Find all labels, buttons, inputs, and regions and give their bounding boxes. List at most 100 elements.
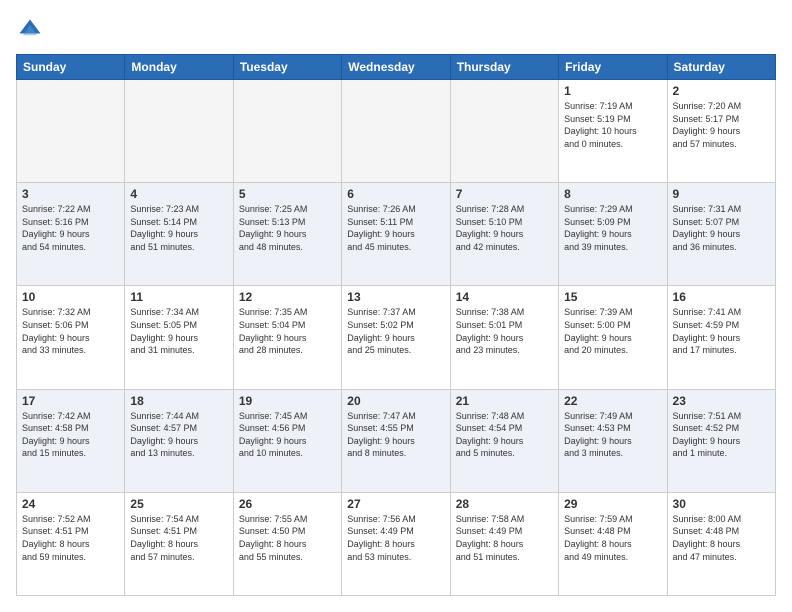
day-number: 20: [347, 394, 444, 408]
day-info: Sunrise: 7:20 AM Sunset: 5:17 PM Dayligh…: [673, 100, 770, 150]
day-number: 9: [673, 187, 770, 201]
calendar-cell: 1 Sunrise: 7:19 AM Sunset: 5:19 PM Daylig…: [559, 80, 667, 183]
day-info: Sunrise: 7:54 AM Sunset: 4:51 PM Dayligh…: [130, 513, 227, 563]
day-number: 14: [456, 290, 553, 304]
day-number: 4: [130, 187, 227, 201]
day-number: 18: [130, 394, 227, 408]
page: SundayMondayTuesdayWednesdayThursdayFrid…: [0, 0, 792, 612]
day-info: Sunrise: 7:32 AM Sunset: 5:06 PM Dayligh…: [22, 306, 119, 356]
calendar-cell: 15 Sunrise: 7:39 AM Sunset: 5:00 PM Dayli…: [559, 286, 667, 389]
calendar-cell: [125, 80, 233, 183]
header: [16, 16, 776, 44]
day-info: Sunrise: 7:56 AM Sunset: 4:49 PM Dayligh…: [347, 513, 444, 563]
day-number: 10: [22, 290, 119, 304]
day-number: 22: [564, 394, 661, 408]
day-number: 25: [130, 497, 227, 511]
day-number: 15: [564, 290, 661, 304]
day-info: Sunrise: 7:58 AM Sunset: 4:49 PM Dayligh…: [456, 513, 553, 563]
day-info: Sunrise: 7:28 AM Sunset: 5:10 PM Dayligh…: [456, 203, 553, 253]
day-info: Sunrise: 7:55 AM Sunset: 4:50 PM Dayligh…: [239, 513, 336, 563]
calendar-cell: 19 Sunrise: 7:45 AM Sunset: 4:56 PM Dayli…: [233, 389, 341, 492]
calendar-cell: [17, 80, 125, 183]
weekday-header-tuesday: Tuesday: [233, 55, 341, 80]
day-number: 2: [673, 84, 770, 98]
day-info: Sunrise: 7:42 AM Sunset: 4:58 PM Dayligh…: [22, 410, 119, 460]
calendar-cell: 14 Sunrise: 7:38 AM Sunset: 5:01 PM Dayli…: [450, 286, 558, 389]
calendar-cell: 2 Sunrise: 7:20 AM Sunset: 5:17 PM Daylig…: [667, 80, 775, 183]
calendar-cell: 26 Sunrise: 7:55 AM Sunset: 4:50 PM Dayli…: [233, 492, 341, 595]
calendar-cell: 17 Sunrise: 7:42 AM Sunset: 4:58 PM Dayli…: [17, 389, 125, 492]
calendar-cell: 7 Sunrise: 7:28 AM Sunset: 5:10 PM Daylig…: [450, 183, 558, 286]
day-number: 23: [673, 394, 770, 408]
day-info: Sunrise: 7:38 AM Sunset: 5:01 PM Dayligh…: [456, 306, 553, 356]
week-row-4: 17 Sunrise: 7:42 AM Sunset: 4:58 PM Dayli…: [17, 389, 776, 492]
day-number: 11: [130, 290, 227, 304]
calendar-cell: 24 Sunrise: 7:52 AM Sunset: 4:51 PM Dayli…: [17, 492, 125, 595]
calendar-cell: 4Sunrise: 7:23 AM Sunset: 5:14 PM Daylig…: [125, 183, 233, 286]
calendar-cell: 20 Sunrise: 7:47 AM Sunset: 4:55 PM Dayli…: [342, 389, 450, 492]
day-info: Sunrise: 7:25 AM Sunset: 5:13 PM Dayligh…: [239, 203, 336, 253]
calendar-cell: 12 Sunrise: 7:35 AM Sunset: 5:04 PM Dayli…: [233, 286, 341, 389]
calendar-cell: 9 Sunrise: 7:31 AM Sunset: 5:07 PM Daylig…: [667, 183, 775, 286]
day-number: 19: [239, 394, 336, 408]
logo: [16, 16, 48, 44]
calendar-cell: 25 Sunrise: 7:54 AM Sunset: 4:51 PM Dayli…: [125, 492, 233, 595]
day-number: 26: [239, 497, 336, 511]
day-info: Sunrise: 7:22 AM Sunset: 5:16 PM Dayligh…: [22, 203, 119, 253]
calendar-cell: 3 Sunrise: 7:22 AM Sunset: 5:16 PM Daylig…: [17, 183, 125, 286]
calendar-cell: 5Sunrise: 7:25 AM Sunset: 5:13 PM Daylig…: [233, 183, 341, 286]
day-number: 16: [673, 290, 770, 304]
calendar-cell: 13 Sunrise: 7:37 AM Sunset: 5:02 PM Dayli…: [342, 286, 450, 389]
calendar-cell: 29Sunrise: 7:59 AM Sunset: 4:48 PM Dayli…: [559, 492, 667, 595]
day-info: Sunrise: 7:48 AM Sunset: 4:54 PM Dayligh…: [456, 410, 553, 460]
day-number: 24: [22, 497, 119, 511]
day-number: 3: [22, 187, 119, 201]
calendar-cell: 6 Sunrise: 7:26 AM Sunset: 5:11 PM Daylig…: [342, 183, 450, 286]
calendar-cell: 8Sunrise: 7:29 AM Sunset: 5:09 PM Daylig…: [559, 183, 667, 286]
day-info: Sunrise: 8:00 AM Sunset: 4:48 PM Dayligh…: [673, 513, 770, 563]
weekday-header-sunday: Sunday: [17, 55, 125, 80]
day-info: Sunrise: 7:19 AM Sunset: 5:19 PM Dayligh…: [564, 100, 661, 150]
calendar-cell: 10 Sunrise: 7:32 AM Sunset: 5:06 PM Dayli…: [17, 286, 125, 389]
day-info: Sunrise: 7:49 AM Sunset: 4:53 PM Dayligh…: [564, 410, 661, 460]
day-number: 7: [456, 187, 553, 201]
weekday-header-wednesday: Wednesday: [342, 55, 450, 80]
day-info: Sunrise: 7:41 AM Sunset: 4:59 PM Dayligh…: [673, 306, 770, 356]
weekday-header-friday: Friday: [559, 55, 667, 80]
calendar-cell: 22 Sunrise: 7:49 AM Sunset: 4:53 PM Dayli…: [559, 389, 667, 492]
day-number: 12: [239, 290, 336, 304]
calendar-cell: 21 Sunrise: 7:48 AM Sunset: 4:54 PM Dayli…: [450, 389, 558, 492]
week-row-1: 1 Sunrise: 7:19 AM Sunset: 5:19 PM Daylig…: [17, 80, 776, 183]
day-info: Sunrise: 7:39 AM Sunset: 5:00 PM Dayligh…: [564, 306, 661, 356]
calendar-cell: 30 Sunrise: 8:00 AM Sunset: 4:48 PM Dayli…: [667, 492, 775, 595]
day-number: 13: [347, 290, 444, 304]
week-row-3: 10 Sunrise: 7:32 AM Sunset: 5:06 PM Dayli…: [17, 286, 776, 389]
day-info: Sunrise: 7:37 AM Sunset: 5:02 PM Dayligh…: [347, 306, 444, 356]
day-info: Sunrise: 7:31 AM Sunset: 5:07 PM Dayligh…: [673, 203, 770, 253]
day-number: 30: [673, 497, 770, 511]
day-info: Sunrise: 7:29 AM Sunset: 5:09 PM Dayligh…: [564, 203, 661, 253]
calendar-cell: 18 Sunrise: 7:44 AM Sunset: 4:57 PM Dayli…: [125, 389, 233, 492]
calendar-cell: [450, 80, 558, 183]
logo-icon: [16, 16, 44, 44]
day-info: Sunrise: 7:47 AM Sunset: 4:55 PM Dayligh…: [347, 410, 444, 460]
calendar-cell: 11Sunrise: 7:34 AM Sunset: 5:05 PM Dayli…: [125, 286, 233, 389]
day-info: Sunrise: 7:45 AM Sunset: 4:56 PM Dayligh…: [239, 410, 336, 460]
week-row-5: 24 Sunrise: 7:52 AM Sunset: 4:51 PM Dayli…: [17, 492, 776, 595]
day-number: 29: [564, 497, 661, 511]
day-info: Sunrise: 7:35 AM Sunset: 5:04 PM Dayligh…: [239, 306, 336, 356]
day-info: Sunrise: 7:44 AM Sunset: 4:57 PM Dayligh…: [130, 410, 227, 460]
calendar-cell: 23Sunrise: 7:51 AM Sunset: 4:52 PM Dayli…: [667, 389, 775, 492]
day-number: 1: [564, 84, 661, 98]
day-info: Sunrise: 7:52 AM Sunset: 4:51 PM Dayligh…: [22, 513, 119, 563]
calendar-cell: [233, 80, 341, 183]
weekday-header-saturday: Saturday: [667, 55, 775, 80]
weekday-header-thursday: Thursday: [450, 55, 558, 80]
day-number: 17: [22, 394, 119, 408]
day-number: 6: [347, 187, 444, 201]
day-number: 21: [456, 394, 553, 408]
calendar-cell: 16 Sunrise: 7:41 AM Sunset: 4:59 PM Dayli…: [667, 286, 775, 389]
week-row-2: 3 Sunrise: 7:22 AM Sunset: 5:16 PM Daylig…: [17, 183, 776, 286]
calendar-cell: 27Sunrise: 7:56 AM Sunset: 4:49 PM Dayli…: [342, 492, 450, 595]
day-info: Sunrise: 7:26 AM Sunset: 5:11 PM Dayligh…: [347, 203, 444, 253]
